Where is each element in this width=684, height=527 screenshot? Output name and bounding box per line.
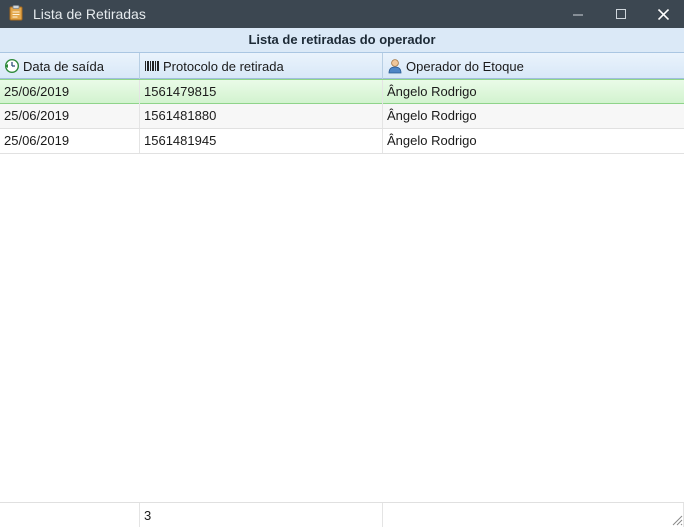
clock-arrow-icon bbox=[4, 58, 20, 74]
column-header-label: Operador do Etoque bbox=[406, 58, 524, 74]
minimize-icon bbox=[573, 14, 583, 16]
cell-date[interactable]: 25/06/2019 bbox=[0, 129, 140, 153]
close-button[interactable] bbox=[643, 0, 683, 28]
column-header-label: Protocolo de retirada bbox=[163, 58, 284, 74]
table-caption: Lista de retiradas do operador bbox=[0, 28, 684, 53]
cell-operator[interactable]: Ângelo Rodrigo bbox=[383, 80, 684, 104]
cell-date[interactable]: 25/06/2019 bbox=[0, 104, 140, 128]
close-icon bbox=[657, 8, 669, 20]
table-row[interactable]: 25/06/2019 1561481880 Ângelo Rodrigo bbox=[0, 104, 684, 129]
column-header-protocol[interactable]: Protocolo de retirada bbox=[140, 53, 383, 79]
cell-protocol[interactable]: 1561479815 bbox=[140, 80, 383, 104]
maximize-icon bbox=[616, 9, 626, 19]
column-header-label: Data de saída bbox=[23, 58, 104, 74]
column-header-date[interactable]: Data de saída bbox=[0, 53, 140, 79]
minimize-button[interactable] bbox=[558, 0, 598, 28]
resize-grip-icon[interactable] bbox=[671, 514, 683, 526]
cell-protocol[interactable]: 1561481880 bbox=[140, 104, 383, 128]
footer-cell-empty bbox=[0, 503, 140, 527]
clipboard-icon bbox=[9, 5, 23, 21]
cell-protocol[interactable]: 1561481945 bbox=[140, 129, 383, 153]
window-title: Lista de Retiradas bbox=[33, 6, 146, 22]
user-icon bbox=[387, 58, 403, 74]
maximize-button[interactable] bbox=[601, 0, 641, 28]
cell-operator[interactable]: Ângelo Rodrigo bbox=[383, 129, 684, 153]
barcode-icon bbox=[144, 58, 160, 74]
footer-cell-empty bbox=[383, 503, 684, 527]
cell-operator[interactable]: Ângelo Rodrigo bbox=[383, 104, 684, 128]
table-footer: 3 bbox=[0, 502, 684, 527]
table-body: 25/06/2019 1561479815 Ângelo Rodrigo 25/… bbox=[0, 79, 684, 154]
table-row[interactable]: 25/06/2019 1561481945 Ângelo Rodrigo bbox=[0, 129, 684, 154]
table-header: Data de saída Protocolo de retirada Oper… bbox=[0, 53, 684, 79]
title-bar[interactable]: Lista de Retiradas bbox=[0, 0, 684, 28]
table-row[interactable]: 25/06/2019 1561479815 Ângelo Rodrigo bbox=[0, 79, 684, 104]
row-count: 3 bbox=[140, 503, 383, 527]
column-header-operator[interactable]: Operador do Etoque bbox=[383, 53, 684, 79]
cell-date[interactable]: 25/06/2019 bbox=[0, 80, 140, 104]
